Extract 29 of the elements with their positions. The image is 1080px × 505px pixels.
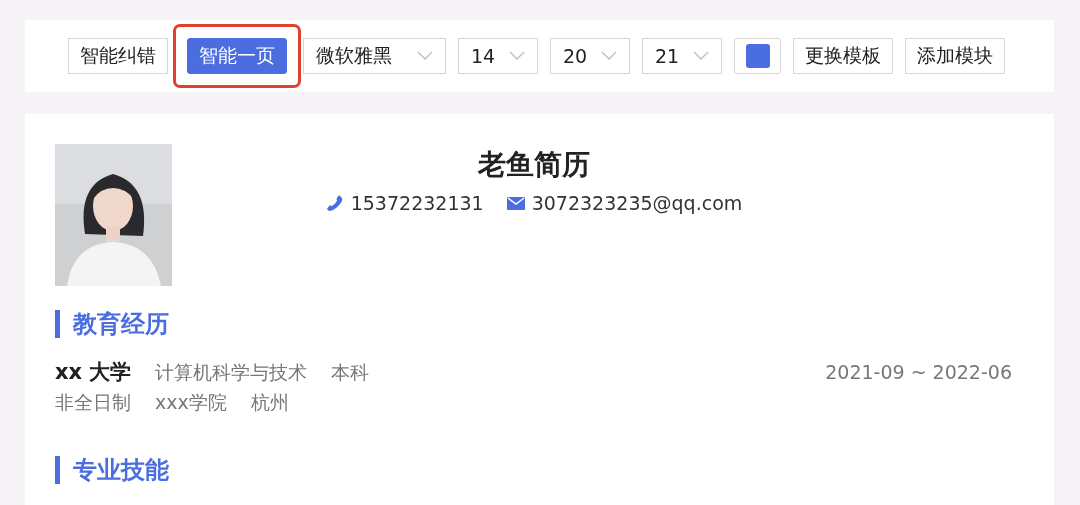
- chevron-icon: [509, 51, 525, 61]
- toolbar-button[interactable]: 智能一页: [187, 38, 287, 74]
- section-marker: [55, 456, 60, 484]
- section-marker: [55, 310, 60, 338]
- toolbar-button[interactable]: 更换模板: [793, 38, 893, 74]
- email-text: 3072323235@qq.com: [531, 192, 743, 214]
- date-range: 2021-09 ~ 2022-06: [825, 361, 1012, 383]
- section-title: 教育经历: [73, 309, 169, 340]
- education-detail: 非全日制: [55, 390, 131, 415]
- envelope-icon: [505, 194, 526, 212]
- toolbar-button[interactable]: 添加模块: [905, 38, 1005, 74]
- dropdown[interactable]: 20: [550, 38, 630, 74]
- phone-icon: [324, 194, 345, 212]
- toolbar-button[interactable]: 智能纠错: [68, 38, 168, 74]
- chevron-icon: [693, 51, 709, 61]
- dropdown[interactable]: 21: [642, 38, 722, 74]
- section-title: 专业技能: [73, 455, 169, 486]
- education-detail: 计算机科学与技术: [155, 360, 308, 385]
- school-name: xx 大学: [55, 359, 132, 386]
- dropdown[interactable]: 14: [458, 38, 538, 74]
- education-detail: 本科: [331, 360, 370, 385]
- dropdown[interactable]: 微软雅黑: [303, 38, 446, 74]
- phone-text: 15372232131: [350, 192, 484, 214]
- color-picker[interactable]: [734, 38, 781, 74]
- chevron-icon: [417, 51, 433, 61]
- chevron-icon: [601, 51, 617, 61]
- education-detail: 杭州: [250, 390, 289, 415]
- resume-name: 老鱼简历: [477, 147, 590, 183]
- education-detail: xxx学院: [155, 390, 227, 415]
